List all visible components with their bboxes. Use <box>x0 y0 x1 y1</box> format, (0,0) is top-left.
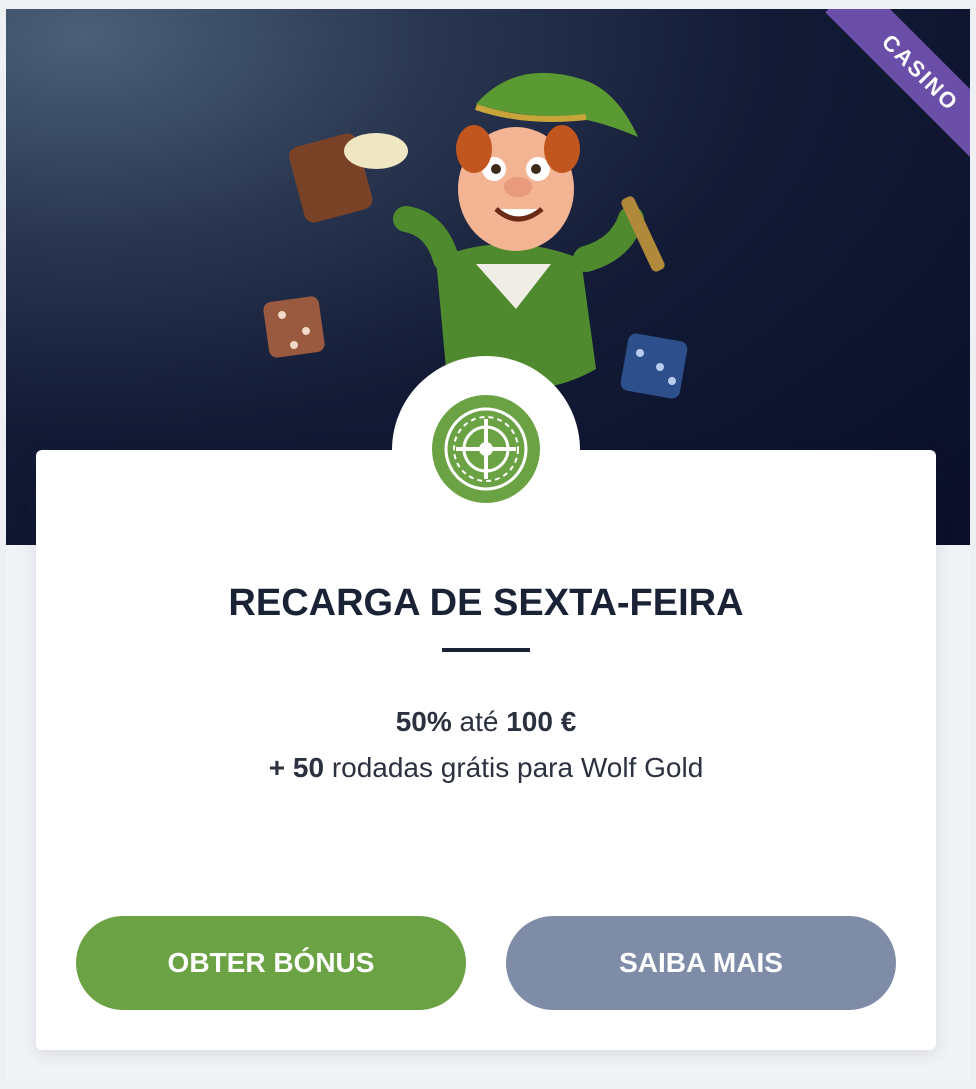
offer-spins-text: rodadas grátis para Wolf Gold <box>331 752 704 783</box>
roulette-icon <box>432 395 540 503</box>
offer-line-2: + 50 rodadas grátis para Wolf Gold <box>36 752 936 784</box>
offer-amount: 100 € <box>506 706 577 737</box>
ribbon-label: CASINO <box>825 9 970 159</box>
promo-title: RECARGA DE SEXTA-FEIRA <box>228 582 744 624</box>
offer-up-to: até <box>459 706 499 737</box>
offer-percent: 50% <box>395 706 452 737</box>
offer-spins: 50 <box>292 752 325 783</box>
mug-icon <box>289 133 408 223</box>
get-bonus-button[interactable]: OBTER BÓNUS <box>76 916 466 1010</box>
learn-more-button[interactable]: SAIBA MAIS <box>506 916 896 1010</box>
offer-line-1: 50% até 100 € <box>36 706 936 738</box>
casino-ribbon: CASINO <box>820 9 970 159</box>
offer-plus: + <box>268 752 286 783</box>
title-divider <box>442 648 530 652</box>
dice-left-icon <box>263 296 325 358</box>
dice-right-icon <box>620 333 688 399</box>
